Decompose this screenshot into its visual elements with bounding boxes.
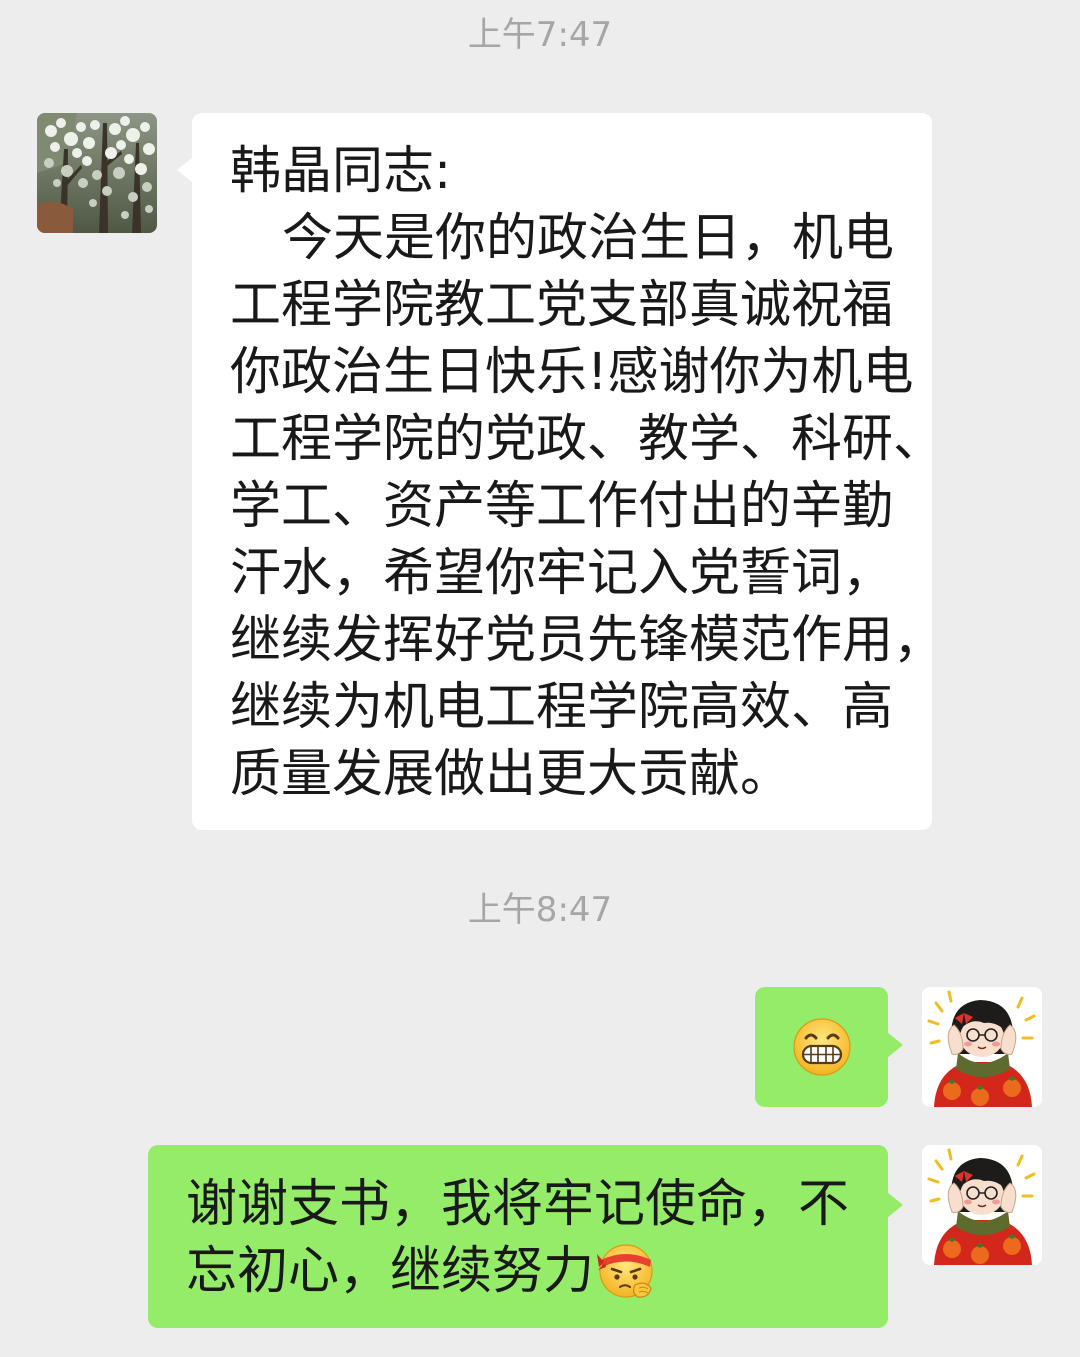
grinning-face-icon <box>792 1017 852 1077</box>
fighting-face-icon <box>596 1240 656 1300</box>
outgoing-emoji-bubble[interactable] <box>755 987 903 1107</box>
message-text-line: 你政治生日快乐!感谢你为机电 <box>230 343 914 402</box>
chat-area: 上午7:47 韩晶同志: 今天是你的政治生日，机电 工程学院教工党支部真诚祝福 … <box>0 0 1080 1357</box>
bubble-tail <box>177 157 193 183</box>
self-avatar[interactable] <box>922 987 1042 1107</box>
timestamp: 上午8:47 <box>467 890 613 930</box>
tree-blossom-photo-icon <box>37 113 157 233</box>
incoming-message-bubble[interactable]: 韩晶同志: 今天是你的政治生日，机电 工程学院教工党支部真诚祝福 你政治生日快乐… <box>177 113 945 830</box>
message-text-line: 质量发展做出更大贡献。 <box>230 745 792 804</box>
message-text-line: 今天是你的政治生日，机电 <box>282 209 895 268</box>
cartoon-girl-persimmon-icon <box>922 1145 1042 1265</box>
message-text-line-with-emoji: 忘初心，继续努力 <box>186 1238 868 1305</box>
message-text-line: 谢谢支书，我将牢记使命，不 <box>186 1175 850 1234</box>
message-text-line: 工程学院教工党支部真诚祝福 <box>230 276 894 335</box>
message-text-line: 学工、资产等工作付出的辛勤 <box>230 477 894 536</box>
outgoing-message-bubble[interactable]: 谢谢支书，我将牢记使命，不 忘初心，继续努力 <box>148 1145 903 1328</box>
sender-avatar[interactable] <box>37 113 157 233</box>
timestamp: 上午7:47 <box>467 15 613 55</box>
message-text-line: 汗水，希望你牢记入党誓词， <box>230 544 894 603</box>
bubble-tail <box>887 1032 903 1058</box>
self-avatar[interactable] <box>922 1145 1042 1265</box>
message-text-segment: 忘初心，继续努力 <box>186 1242 595 1301</box>
cartoon-girl-persimmon-icon <box>922 987 1042 1107</box>
message-text-line: 继续发挥好党员先锋模范作用， <box>230 611 945 670</box>
message-text-line: 继续为机电工程学院高效、高 <box>230 678 894 737</box>
message-text-line: 工程学院的党政、教学、科研、 <box>230 410 945 469</box>
bubble-tail <box>887 1192 903 1218</box>
message-text-line: 韩晶同志: <box>230 142 452 201</box>
